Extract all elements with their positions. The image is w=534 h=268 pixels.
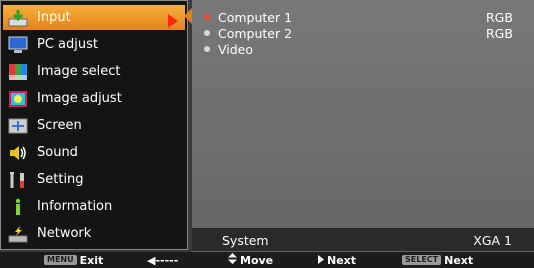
menu-item-image-select[interactable]: Image select [3,59,185,84]
menu-item-label: PC adjust [37,37,98,52]
menu-item-screen[interactable]: Screen [3,113,185,138]
menu-item-label: Setting [37,172,84,187]
guide-exit-label: Exit [79,253,104,267]
source-label: Computer 1 [218,9,293,25]
image-adjust-icon [7,89,29,109]
guide-exit: MENU Exit [44,253,103,267]
menu-item-label: Network [37,226,92,241]
menu-key-badge: MENU [44,255,77,265]
source-value: RGB [486,25,513,41]
system-label: System [222,232,269,248]
menu-item-information[interactable]: Information [3,194,185,219]
guide-select-label: Next [444,253,474,267]
menu-item-label: Input [37,10,71,25]
guide-move-label: Move [240,253,274,267]
source-row-computer-2[interactable]: Computer 2 RGB [204,25,524,41]
guide-next: Next [318,253,356,267]
main-menu: Input PC adjust Image select Image adjus… [0,0,188,250]
menu-item-sound[interactable]: Sound [3,140,185,165]
right-arrow-icon [318,254,324,267]
info-icon [7,197,29,217]
back-arrow-icon: ◀----- [147,253,179,267]
menu-item-pc-adjust[interactable]: PC adjust [3,32,185,57]
selected-dot-icon [204,14,210,20]
input-icon [7,8,29,28]
menu-item-setting[interactable]: Setting [3,167,185,192]
system-value: XGA 1 [473,232,512,248]
source-row-computer-1[interactable]: Computer 1 RGB [204,9,524,25]
select-key-badge: SELECT [402,255,442,265]
wrench-icon [7,170,29,190]
source-label: Computer 2 [218,25,293,41]
dot-icon [204,30,210,36]
guide-next-label: Next [327,253,357,267]
screen-icon [7,116,29,136]
network-icon [7,224,29,244]
monitor-icon [7,35,29,55]
osd-menu: Input PC adjust Image select Image adjus… [0,0,534,252]
up-down-arrow-icon [228,253,237,267]
system-row[interactable]: System XGA 1 [192,228,534,251]
menu-item-label: Sound [37,145,78,160]
menu-item-label: Information [37,199,113,214]
menu-item-label: Image select [37,64,121,79]
menu-item-network[interactable]: Network [3,221,185,246]
dot-icon [204,46,210,52]
speaker-icon [7,143,29,163]
image-select-icon [7,62,29,82]
source-label: Video [218,41,254,57]
menu-item-label: Image adjust [37,91,122,106]
menu-item-label: Screen [37,118,82,133]
source-row-video[interactable]: Video [204,41,524,57]
guide-back: ◀----- [147,253,178,267]
input-submenu-panel: Computer 1 RGB Computer 2 RGB Video Syst… [192,0,534,252]
selection-arrow-icon [168,14,178,28]
menu-item-image-adjust[interactable]: Image adjust [3,86,185,111]
menu-item-input[interactable]: Input [3,5,185,30]
guide-select: SELECT Next [402,253,473,267]
source-value: RGB [486,9,513,25]
selection-pointer-icon [184,8,192,24]
guide-move: Move [228,253,273,267]
key-guide-bar: MENU Exit ◀----- Move Next SELECT Next [0,252,534,268]
